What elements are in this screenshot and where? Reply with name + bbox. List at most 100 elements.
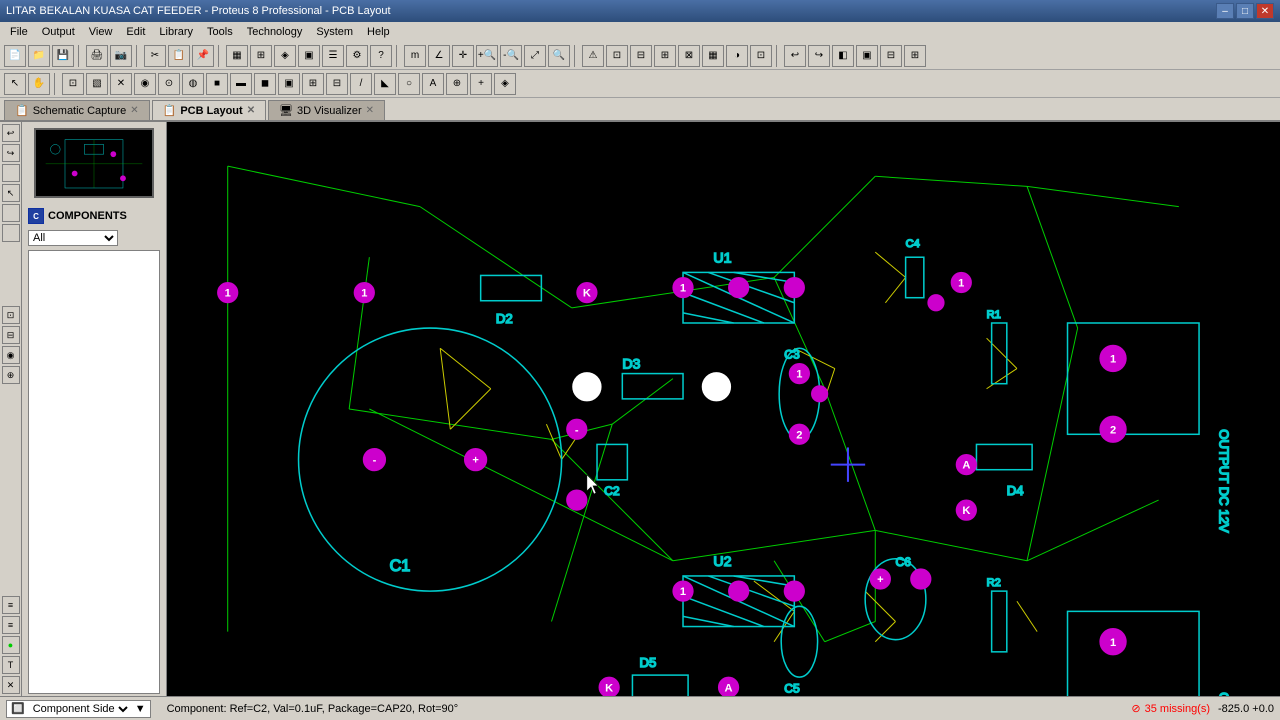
tb-btn2[interactable]: ⊞ [250, 45, 272, 67]
plane-button[interactable]: ▦ [702, 45, 724, 67]
lt-bot3[interactable]: ● [2, 636, 20, 654]
paste-button[interactable]: 📌 [192, 45, 214, 67]
lt-arrow[interactable]: ↖ [2, 184, 20, 202]
tab-pcb-close[interactable]: ✕ [247, 105, 255, 116]
statusbar: 🔲 Component Side ▼ Component: Ref=C2, Va… [0, 696, 1280, 720]
draw-tool10[interactable]: ▣ [278, 73, 300, 95]
tb-btn6[interactable]: ⚙ [346, 45, 368, 67]
print-preview-button[interactable]: 📷 [110, 45, 132, 67]
draw-tool5[interactable]: ⊙ [158, 73, 180, 95]
draw-tool2[interactable]: ▧ [86, 73, 108, 95]
rats-button[interactable]: ⊟ [630, 45, 652, 67]
close-button[interactable]: ✕ [1256, 3, 1274, 19]
svg-text:K: K [605, 682, 613, 694]
drc-button[interactable]: ⚠ [582, 45, 604, 67]
draw-tool14[interactable]: ◣ [374, 73, 396, 95]
draw-tool6[interactable]: ◍ [182, 73, 204, 95]
tb-btn4[interactable]: ▣ [298, 45, 320, 67]
undo-button[interactable]: ↩ [784, 45, 806, 67]
svg-text:C3: C3 [784, 347, 800, 361]
zoom-fit-button[interactable]: ⤢ [524, 45, 546, 67]
lt-bot2[interactable]: ≡ [2, 616, 20, 634]
draw-tool13[interactable]: / [350, 73, 372, 95]
open-button[interactable]: 📁 [28, 45, 50, 67]
svg-text:K: K [583, 288, 591, 300]
pcb-canvas[interactable]: C1 U1 U2 D2 [167, 122, 1280, 696]
cut-button[interactable]: ✂ [144, 45, 166, 67]
save-button[interactable]: 💾 [52, 45, 74, 67]
menu-view[interactable]: View [83, 24, 119, 40]
redo-button[interactable]: ↪ [808, 45, 830, 67]
tab-3d[interactable]: 🖥 3D Visualizer ✕ [268, 100, 385, 120]
route-button[interactable]: ⊠ [678, 45, 700, 67]
pan-tool[interactable]: ✋ [28, 73, 50, 95]
menu-library[interactable]: Library [153, 24, 199, 40]
copy-button[interactable]: 📋 [168, 45, 190, 67]
draw-tool7[interactable]: ■ [206, 73, 228, 95]
draw-tool8[interactable]: ▬ [230, 73, 252, 95]
coord-y: +0.0 [1252, 703, 1274, 715]
zoom-out-button[interactable]: -🔍 [500, 45, 522, 67]
netlist-button[interactable]: ⊡ [606, 45, 628, 67]
3d-button[interactable]: ▣ [856, 45, 878, 67]
tb-btn1[interactable]: ▦ [226, 45, 248, 67]
draw-tool11[interactable]: ⊞ [302, 73, 324, 95]
menu-file[interactable]: File [4, 24, 34, 40]
comp-list[interactable] [28, 250, 160, 694]
lt-tool3[interactable]: ◉ [2, 346, 20, 364]
menu-system[interactable]: System [310, 24, 359, 40]
menu-edit[interactable]: Edit [120, 24, 151, 40]
minimize-button[interactable]: – [1216, 3, 1234, 19]
lt-bot5[interactable]: ✕ [2, 676, 20, 694]
sep4 [396, 45, 400, 67]
tab-schematic-close[interactable]: ✕ [130, 105, 138, 116]
tb-btn3[interactable]: ◈ [274, 45, 296, 67]
select-tool[interactable]: ↖ [4, 73, 26, 95]
draw-tool15[interactable]: ○ [398, 73, 420, 95]
lt-bot4[interactable]: T [2, 656, 20, 674]
draw-tool9[interactable]: ◼ [254, 73, 276, 95]
draw-tool18[interactable]: + [470, 73, 492, 95]
tb-btn5[interactable]: ☰ [322, 45, 344, 67]
new-button[interactable]: 📄 [4, 45, 26, 67]
menu-tools[interactable]: Tools [201, 24, 239, 40]
layer-select[interactable]: Component Side [29, 702, 131, 716]
draw-tool16[interactable]: A [422, 73, 444, 95]
draw-tool1[interactable]: ⊡ [62, 73, 84, 95]
export-button[interactable]: ⊟ [880, 45, 902, 67]
draw-tool4[interactable]: ◉ [134, 73, 156, 95]
tab-3d-close[interactable]: ✕ [366, 105, 374, 116]
draw-tool17[interactable]: ⊕ [446, 73, 468, 95]
tab-schematic[interactable]: 📋 Schematic Capture ✕ [4, 100, 150, 120]
print-button[interactable]: 🖨 [86, 45, 108, 67]
import-button[interactable]: ⊞ [904, 45, 926, 67]
zoom-area-button[interactable]: 🔍 [548, 45, 570, 67]
components-icon: C [28, 208, 44, 224]
menu-help[interactable]: Help [361, 24, 396, 40]
zoom-in-button[interactable]: +🔍 [476, 45, 498, 67]
comp-filter-select[interactable]: All [28, 230, 118, 246]
lt-undo[interactable]: ↩ [2, 124, 20, 142]
origin-button[interactable]: ✛ [452, 45, 474, 67]
auto-button[interactable]: ⊞ [654, 45, 676, 67]
highlight-button[interactable]: ◑ [726, 45, 748, 67]
comp-button[interactable]: ◧ [832, 45, 854, 67]
menu-output[interactable]: Output [36, 24, 81, 40]
menu-technology[interactable]: Technology [241, 24, 309, 40]
draw-tool3[interactable]: ✕ [110, 73, 132, 95]
tb-btn7[interactable]: ? [370, 45, 392, 67]
zoom-full-button[interactable]: ⊡ [750, 45, 772, 67]
lt-tool4[interactable]: ⊕ [2, 366, 20, 384]
lt-bot1[interactable]: ≡ [2, 596, 20, 614]
lt-redo[interactable]: ↪ [2, 144, 20, 162]
measure-button[interactable]: m [404, 45, 426, 67]
lt-tool1[interactable]: ⊡ [2, 306, 20, 324]
layer-dropdown-icon[interactable]: ▼ [135, 703, 146, 715]
tab-pcb[interactable]: 📋 PCB Layout ✕ [152, 100, 266, 120]
maximize-button[interactable]: □ [1236, 3, 1254, 19]
draw-tool19[interactable]: ◈ [494, 73, 516, 95]
draw-tool12[interactable]: ⊟ [326, 73, 348, 95]
lt-tool2[interactable]: ⊟ [2, 326, 20, 344]
angle-button[interactable]: ∠ [428, 45, 450, 67]
svg-text:C4: C4 [906, 238, 920, 250]
